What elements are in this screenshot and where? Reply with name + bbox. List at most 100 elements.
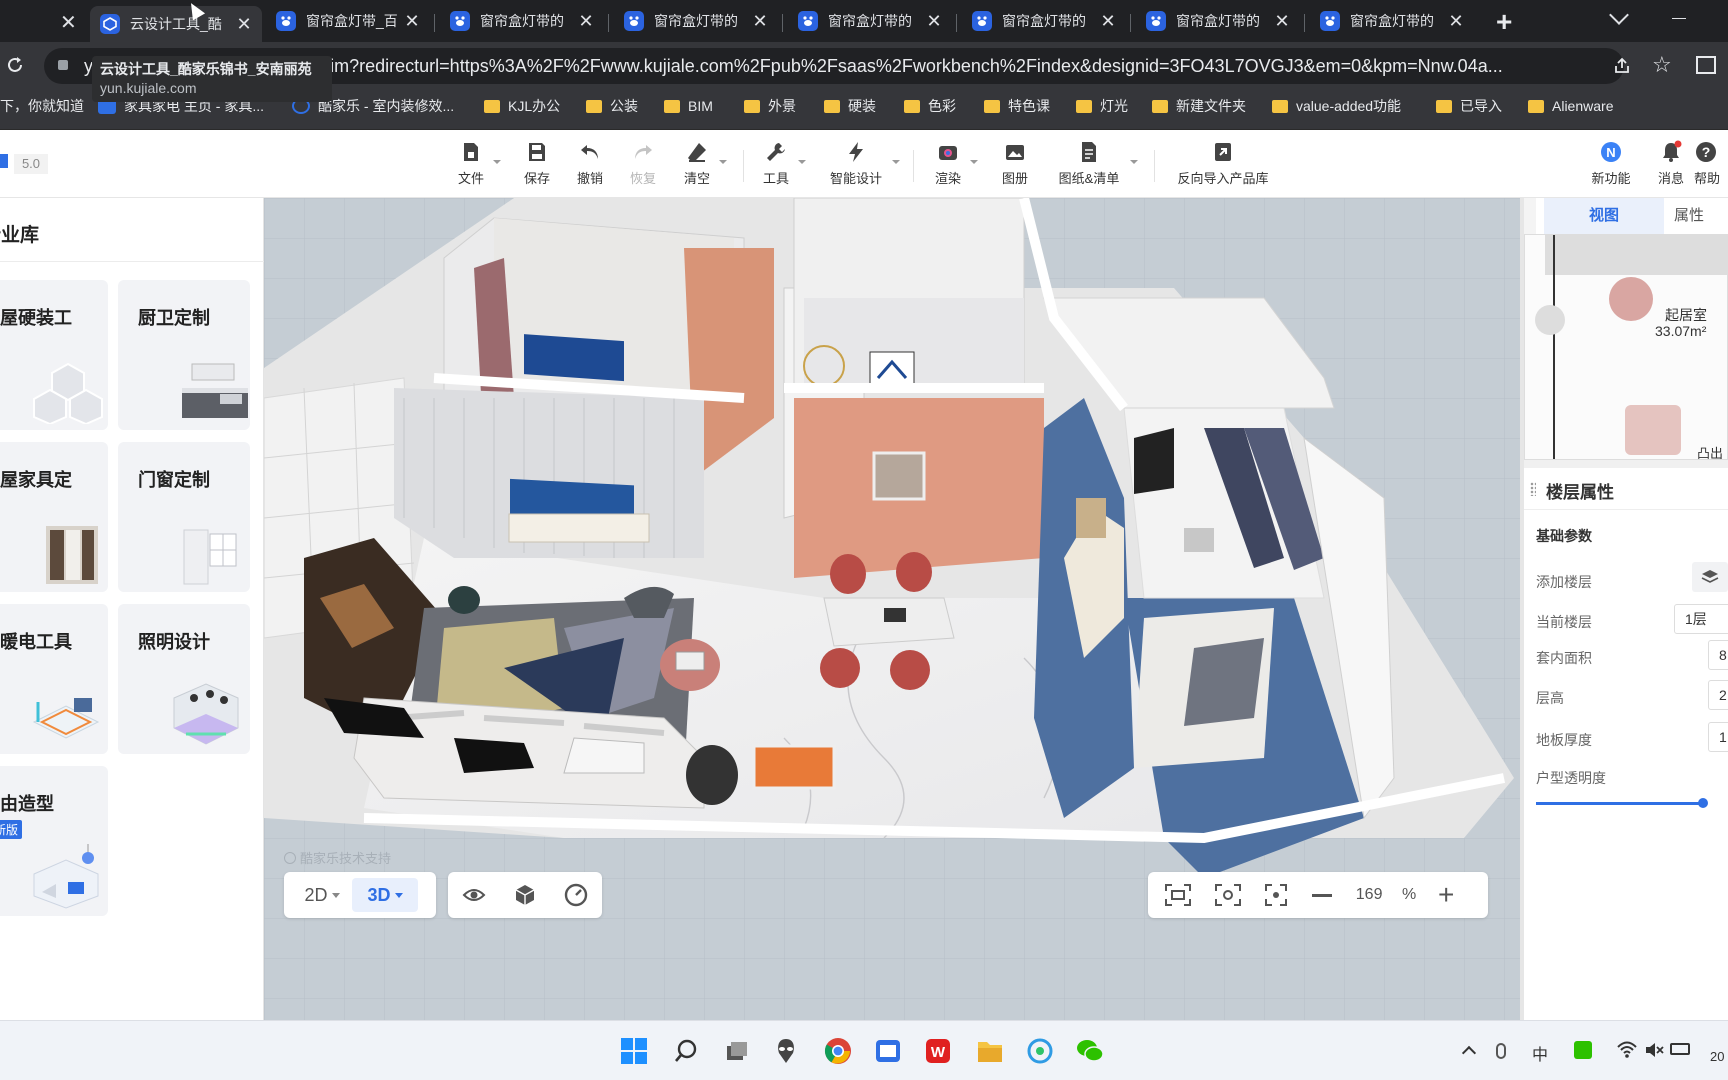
whole-house-hardcover-tool-card[interactable]: 全屋硬装工具 (0, 280, 108, 430)
redo-button[interactable]: 恢复 (613, 140, 673, 192)
add-floor-button[interactable] (1692, 562, 1728, 592)
task-view-icon[interactable] (720, 1035, 752, 1067)
bookmark-folder[interactable]: Alienware (1528, 90, 1613, 122)
close-tab-icon[interactable]: ✕ (1274, 11, 1290, 32)
help-button[interactable]: ? 帮助 (1694, 140, 1728, 192)
messages-button[interactable]: 消息 (1641, 140, 1701, 192)
bookmark-folder[interactable]: 特色课 (984, 90, 1050, 122)
view-settings-icon[interactable] (1214, 883, 1242, 907)
wechat-icon[interactable] (1074, 1035, 1106, 1067)
file-explorer-icon[interactable] (974, 1035, 1006, 1067)
speaker-muted-icon[interactable] (1644, 1041, 1664, 1059)
bookmark-folder[interactable]: 已导入 (1436, 90, 1502, 122)
free-modeling-card[interactable]: 自由造型 新版 (0, 766, 108, 916)
3d-view-button[interactable]: 3D (352, 878, 418, 912)
zoom-value-input[interactable]: 169 % (1346, 879, 1426, 911)
sidebar-icon[interactable] (1696, 56, 1716, 74)
door-window-custom-card[interactable]: 门窗定制 (118, 442, 250, 592)
drag-dots-icon[interactable] (1530, 482, 1536, 496)
tools-button[interactable]: 工具 (746, 140, 806, 192)
alienware-icon[interactable] (770, 1035, 802, 1067)
tab-view[interactable]: 视图 (1544, 198, 1664, 234)
new-feature-button[interactable]: N 新功能 (1581, 140, 1641, 192)
2d-view-button[interactable]: 2D (292, 878, 352, 912)
bookmark-star-icon[interactable]: ☆ (1652, 52, 1672, 78)
close-tab-icon[interactable]: ✕ (1448, 11, 1464, 32)
transparency-slider[interactable] (1536, 798, 1708, 808)
close-tab-icon[interactable]: ✕ (578, 11, 594, 32)
close-tab-icon[interactable]: ✕ (236, 14, 252, 35)
tab-active[interactable]: 云设计工具_酷 ✕ (90, 6, 262, 42)
bookmark-folder[interactable]: 新建文件夹 (1152, 90, 1246, 122)
share-icon[interactable] (1612, 56, 1632, 76)
current-floor-select[interactable]: 1层 (1674, 604, 1728, 634)
close-tab-icon[interactable]: ✕ (60, 10, 77, 35)
new-tab-icon[interactable]: + (1496, 6, 1512, 38)
file-button[interactable]: 文件 (441, 140, 501, 192)
tray-app-icon[interactable] (1574, 1041, 1592, 1059)
3d-viewport[interactable]: 酷家乐技术支持 2D 3D 169 % + (264, 198, 1524, 1020)
tools-label: 工具 (762, 171, 789, 186)
bookmark-folder[interactable]: KJL办公 (484, 90, 560, 122)
bookmark-folder[interactable]: BIM (664, 90, 713, 122)
tab[interactable]: 窗帘盒灯带_百 ✕ (266, 4, 430, 38)
bookmark-folder[interactable]: 灯光 (1076, 90, 1128, 122)
bookmark-folder[interactable]: 外景 (744, 90, 796, 122)
close-tab-icon[interactable]: ✕ (404, 11, 420, 32)
tab[interactable]: 窗帘盒灯带的 ✕ (1136, 4, 1300, 38)
close-tab-icon[interactable]: ✕ (752, 11, 768, 32)
kitchen-bath-custom-card[interactable]: 厨卫定制 (118, 280, 250, 430)
smart-design-button[interactable]: 智能设计 (816, 140, 896, 192)
reload-icon[interactable] (4, 54, 26, 76)
gauge-icon[interactable] (564, 883, 588, 907)
focus-icon[interactable] (1264, 883, 1288, 907)
bookmark-folder[interactable]: value-added功能 (1272, 90, 1401, 122)
zoom-in-button[interactable]: + (1438, 881, 1454, 909)
battery-icon[interactable] (1670, 1043, 1690, 1055)
tab[interactable]: 窗帘盒灯带的 ✕ (614, 4, 778, 38)
chrome-icon[interactable] (822, 1035, 854, 1067)
tab[interactable]: 窗帘盒灯带的 ✕ (962, 4, 1126, 38)
reverse-import-button[interactable]: 反向导入产品库 (1170, 140, 1276, 192)
clear-button[interactable]: 清空 (667, 140, 727, 192)
bookmark-folder[interactable]: 公装 (586, 90, 638, 122)
album-button[interactable]: 图册 (985, 140, 1045, 192)
eye-icon[interactable] (462, 883, 486, 907)
close-tab-icon[interactable]: ✕ (1100, 11, 1116, 32)
transparency-slider-knob[interactable] (1697, 798, 1708, 808)
bookmark-item[interactable]: 下，你就知道 (0, 90, 84, 122)
tab-search-icon[interactable] (1609, 5, 1629, 25)
ime-indicator[interactable]: 中 (1532, 1041, 1548, 1065)
bookmark-folder[interactable]: 色彩 (904, 90, 956, 122)
search-icon[interactable] (670, 1035, 702, 1067)
close-tab-icon[interactable]: ✕ (926, 11, 942, 32)
zoom-out-button[interactable] (1312, 893, 1332, 897)
tray-chevron-up-icon[interactable] (1461, 1045, 1477, 1061)
tab[interactable]: 窗帘盒灯带的 ✕ (1310, 4, 1474, 38)
tab[interactable]: 窗帘盒灯带的 ✕ (440, 4, 604, 38)
plumbing-electrical-tool-card[interactable]: 水暖电工具 (0, 604, 108, 754)
render-button[interactable]: 渲染 (918, 140, 978, 192)
save-button[interactable]: 保存 (507, 140, 567, 192)
wps-icon[interactable]: W (922, 1035, 954, 1067)
bookmark-folder[interactable]: 硬装 (824, 90, 876, 122)
microphone-icon[interactable] (1496, 1043, 1506, 1059)
drawings-list-button[interactable]: 图纸&清单 (1049, 140, 1129, 192)
inner-area-input[interactable]: 8 (1708, 640, 1728, 670)
lighting-design-card[interactable]: 照明设计 (118, 604, 250, 754)
whole-house-furniture-custom-card[interactable]: 全屋家具定制 (0, 442, 108, 592)
cube-icon[interactable] (513, 883, 537, 907)
browser-app-icon[interactable] (1024, 1035, 1056, 1067)
windows-start-icon[interactable] (618, 1035, 650, 1067)
minimize-icon[interactable] (1672, 18, 1686, 19)
floor-thickness-input[interactable]: 1 (1708, 722, 1728, 752)
fit-screen-icon[interactable] (1164, 883, 1192, 907)
tab[interactable]: 窗帘盒灯带的 ✕ (788, 4, 952, 38)
app-icon[interactable] (872, 1035, 904, 1067)
wifi-icon[interactable] (1616, 1039, 1638, 1059)
tab-properties[interactable]: 属性 (1674, 198, 1728, 234)
minimap[interactable]: 起居室 33.07m² 凸出 (1524, 234, 1728, 460)
clock[interactable]: 20 (1710, 1049, 1724, 1064)
undo-button[interactable]: 撤销 (560, 140, 620, 192)
floor-height-input[interactable]: 2 (1708, 680, 1728, 710)
